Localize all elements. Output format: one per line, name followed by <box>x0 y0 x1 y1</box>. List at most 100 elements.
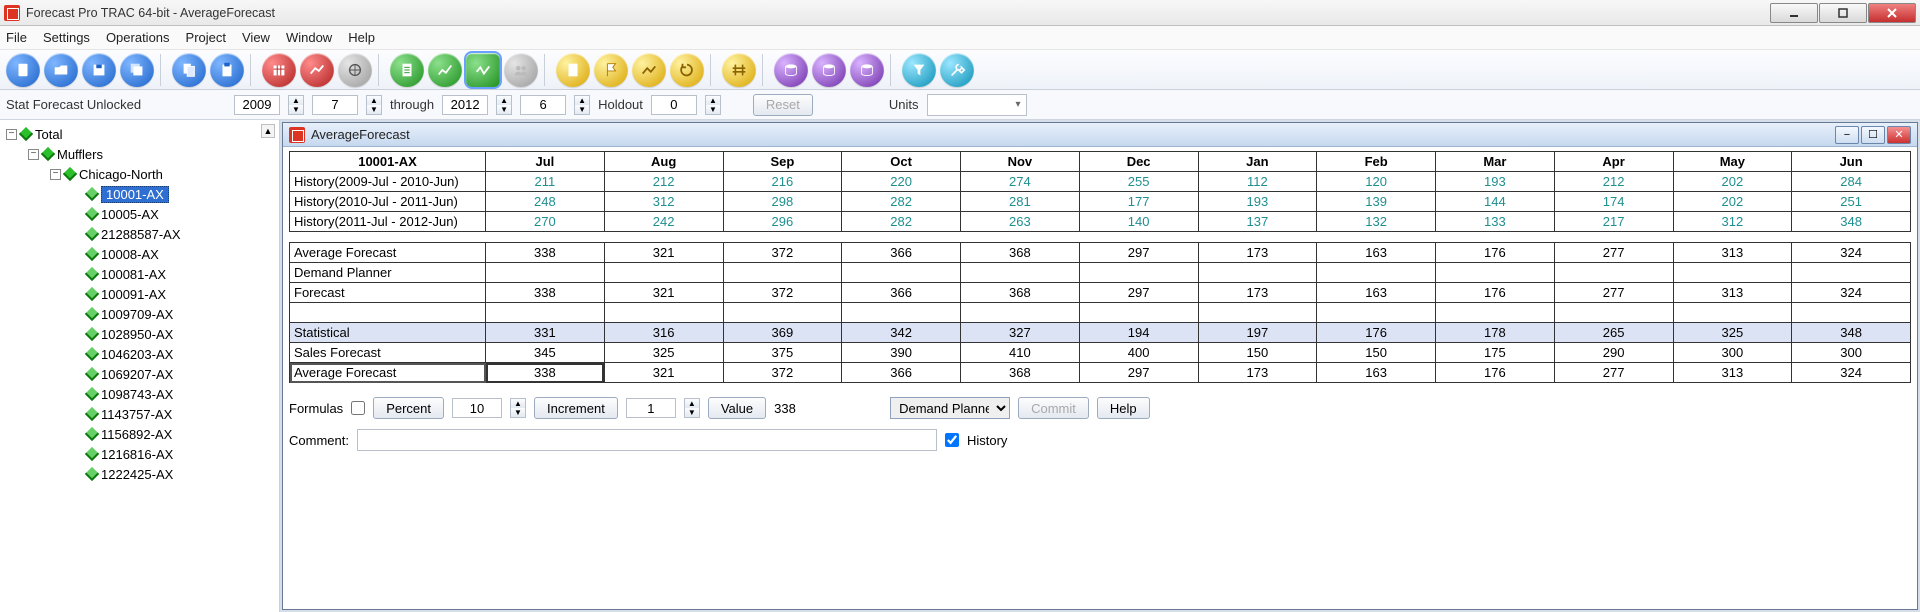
panel-close-button[interactable]: ✕ <box>1887 126 1911 144</box>
value-button[interactable]: Value <box>708 397 766 419</box>
comment-input[interactable] <box>357 429 937 451</box>
tree-item[interactable]: 10001-AX <box>68 184 277 204</box>
tree-item[interactable]: 100081-AX <box>68 264 277 284</box>
table-row[interactable]: History(2010-Jul - 2011-Jun)248312298282… <box>290 192 1911 212</box>
tree-item[interactable]: 100091-AX <box>68 284 277 304</box>
toolbar-new-icon[interactable] <box>6 53 40 87</box>
menu-help[interactable]: Help <box>348 30 375 45</box>
month-header: May <box>1673 152 1792 172</box>
toolbar-saveall-icon[interactable] <box>120 53 154 87</box>
holdout-spinner[interactable]: ▲▼ <box>705 95 721 115</box>
toolbar-globe-icon[interactable] <box>338 53 372 87</box>
month-to-spinner[interactable]: ▲▼ <box>574 95 590 115</box>
tree-item[interactable]: 1143757-AX <box>68 404 277 424</box>
tree-item[interactable]: 21288587-AX <box>68 224 277 244</box>
toolbar-cycle-icon[interactable] <box>670 53 704 87</box>
tree-item[interactable]: 10008-AX <box>68 244 277 264</box>
tree-item[interactable]: 1069207-AX <box>68 364 277 384</box>
percent-button[interactable]: Percent <box>373 397 444 419</box>
month-to-input[interactable] <box>520 95 566 115</box>
window-maximize-button[interactable] <box>1819 3 1867 23</box>
table-row[interactable]: Statistical33131636934232719419717617826… <box>290 323 1911 343</box>
toolbar-forecast-icon[interactable] <box>466 53 500 87</box>
tree-item[interactable]: 1009709-AX <box>68 304 277 324</box>
menu-operations[interactable]: Operations <box>106 30 170 45</box>
table-row[interactable]: Average Forecast338321372366368297173163… <box>290 243 1911 263</box>
holdout-input[interactable] <box>651 95 697 115</box>
help-button[interactable]: Help <box>1097 397 1150 419</box>
window-close-button[interactable] <box>1868 3 1916 23</box>
toolbar-hash-icon[interactable] <box>722 53 756 87</box>
toolbar-trend-icon[interactable] <box>428 53 462 87</box>
month-header: Dec <box>1079 152 1198 172</box>
panel-minimize-button[interactable]: − <box>1835 126 1859 144</box>
toolbar-db1-icon[interactable] <box>774 53 808 87</box>
toolbar-db2-icon[interactable] <box>812 53 846 87</box>
year-from-spinner[interactable]: ▲▼ <box>288 95 304 115</box>
month-from-spinner[interactable]: ▲▼ <box>366 95 382 115</box>
year-to-spinner[interactable]: ▲▼ <box>496 95 512 115</box>
menu-window[interactable]: Window <box>286 30 332 45</box>
percent-spinner[interactable]: ▲▼ <box>510 398 526 418</box>
tree-item[interactable]: 1156892-AX <box>68 424 277 444</box>
commit-button[interactable]: Commit <box>1018 397 1089 419</box>
toolbar-copy-icon[interactable] <box>172 53 206 87</box>
increment-button[interactable]: Increment <box>534 397 618 419</box>
table-row[interactable]: History(2009-Jul - 2010-Jun)211212216220… <box>290 172 1911 192</box>
table-row[interactable]: Average Forecast338321372366368297173163… <box>290 363 1911 383</box>
menu-file[interactable]: File <box>6 30 27 45</box>
month-from-input[interactable] <box>312 95 358 115</box>
status-label: Stat Forecast Unlocked <box>6 97 226 112</box>
toolbar-save-icon[interactable] <box>82 53 116 87</box>
toolbar-db3-icon[interactable] <box>850 53 884 87</box>
month-header: Apr <box>1554 152 1673 172</box>
tree-item[interactable]: 10005-AX <box>68 204 277 224</box>
table-row[interactable]: Demand Planner <box>290 263 1911 283</box>
tree-item[interactable]: 1028950-AX <box>68 324 277 344</box>
panel-maximize-button[interactable]: ☐ <box>1861 126 1885 144</box>
comment-label: Comment: <box>289 433 349 448</box>
toolbar-paste-icon[interactable] <box>210 53 244 87</box>
reset-button[interactable]: Reset <box>753 94 813 116</box>
menu-settings[interactable]: Settings <box>43 30 90 45</box>
menu-project[interactable]: Project <box>186 30 226 45</box>
tree-item[interactable]: 1222425-AX <box>68 464 277 484</box>
app-icon <box>4 5 20 21</box>
table-row[interactable] <box>290 303 1911 323</box>
year-from-input[interactable] <box>234 95 280 115</box>
toolbar-users-icon[interactable] <box>504 53 538 87</box>
tree-item[interactable]: 1046203-AX <box>68 344 277 364</box>
increment-input[interactable] <box>626 398 676 418</box>
percent-input[interactable] <box>452 398 502 418</box>
forecast-table: Average Forecast338321372366368297173163… <box>289 242 1911 383</box>
tree-item[interactable]: 1098743-AX <box>68 384 277 404</box>
toolbar-tools-icon[interactable] <box>940 53 974 87</box>
toolbar-doc-icon[interactable] <box>390 53 424 87</box>
toolbar-calendar-icon[interactable] <box>262 53 296 87</box>
history-checkbox[interactable] <box>945 433 959 447</box>
year-to-input[interactable] <box>442 95 488 115</box>
toolbar-flag-icon[interactable] <box>594 53 628 87</box>
table-row[interactable]: History(2011-Jul - 2012-Jun)270242296282… <box>290 212 1911 232</box>
tree-node-total[interactable]: − Total <box>2 124 277 144</box>
toolbar-sparkline-icon[interactable] <box>632 53 666 87</box>
window-title: Forecast Pro TRAC 64-bit - AverageForeca… <box>26 6 1770 20</box>
menu-view[interactable]: View <box>242 30 270 45</box>
window-minimize-button[interactable] <box>1770 3 1818 23</box>
increment-spinner[interactable]: ▲▼ <box>684 398 700 418</box>
table-row[interactable]: Forecast33832137236636829717316317627731… <box>290 283 1911 303</box>
tree-node-chicago-north[interactable]: − Chicago-North <box>46 164 277 184</box>
units-label: Units <box>889 97 919 112</box>
month-header: Nov <box>961 152 1080 172</box>
tree-scroll-up-icon[interactable]: ▲ <box>261 124 275 138</box>
units-combo[interactable] <box>927 94 1027 116</box>
toolbar-note-icon[interactable] <box>556 53 590 87</box>
toolbar-filter-icon[interactable] <box>902 53 936 87</box>
tree-node-mufflers[interactable]: − Mufflers <box>24 144 277 164</box>
row-select-dropdown[interactable]: Demand Planner <box>890 397 1010 419</box>
formulas-checkbox[interactable] <box>351 401 365 415</box>
toolbar-chart-icon[interactable] <box>300 53 334 87</box>
tree-item[interactable]: 1216816-AX <box>68 444 277 464</box>
toolbar-open-icon[interactable] <box>44 53 78 87</box>
table-row[interactable]: Sales Forecast34532537539041040015015017… <box>290 343 1911 363</box>
